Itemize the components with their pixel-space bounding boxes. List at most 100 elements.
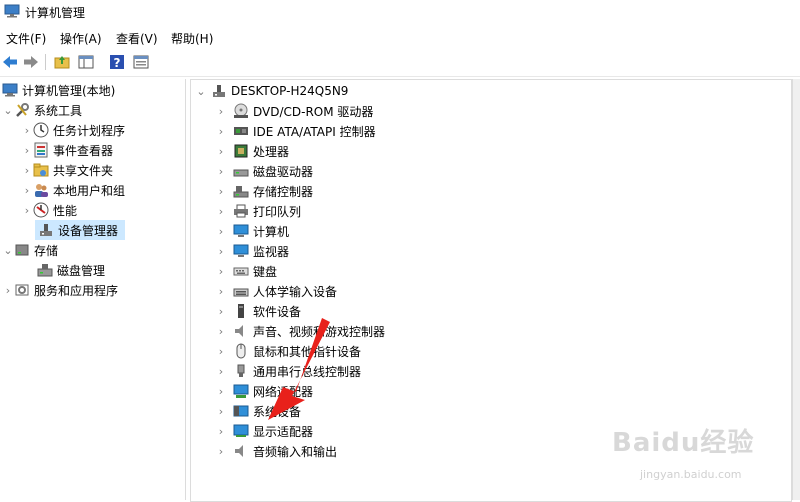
device-category-software-devices[interactable]: › 软件设备 [215, 301, 301, 321]
device-category-dvd[interactable]: › DVD/CD-ROM 驱动器 [215, 101, 373, 121]
chevron-right-icon[interactable]: › [215, 301, 227, 321]
tree-item-event-viewer[interactable]: › 事件查看器 [21, 140, 113, 160]
tree-item-label: 磁盘管理 [57, 263, 106, 278]
menu-help[interactable]: 帮助(H) [171, 30, 213, 47]
properties-icon[interactable] [132, 53, 150, 71]
chevron-right-icon[interactable]: › [21, 160, 33, 180]
menu-view[interactable]: 查看(V) [116, 30, 158, 47]
chevron-right-icon[interactable]: › [215, 441, 227, 461]
device-category-disk-drives[interactable]: › 磁盘驱动器 [215, 161, 313, 181]
actions-pane-edge [792, 79, 800, 500]
tree-item-task-scheduler[interactable]: › 任务计划程序 [21, 120, 125, 140]
menu-file[interactable]: 文件(F) [6, 30, 46, 47]
network-adapter-icon [233, 383, 249, 399]
computer-management-icon [4, 4, 20, 18]
chevron-right-icon[interactable]: › [215, 241, 227, 261]
display-adapter-icon [233, 423, 249, 439]
device-category-label: 计算机 [253, 224, 290, 239]
chevron-right-icon[interactable]: › [215, 181, 227, 201]
chevron-right-icon[interactable]: › [215, 201, 227, 221]
device-category-label: 人体学输入设备 [253, 284, 338, 299]
device-category-processor[interactable]: › 处理器 [215, 141, 289, 161]
chevron-right-icon[interactable]: › [215, 261, 227, 281]
device-category-display-adapters[interactable]: › 显示适配器 [215, 421, 313, 441]
chevron-right-icon[interactable]: › [215, 161, 227, 181]
menu-bar: 文件(F) 操作(A) 查看(V) 帮助(H) [0, 27, 800, 47]
device-category-label: 系统设备 [253, 404, 302, 419]
device-category-sound[interactable]: › 声音、视频和游戏控制器 [215, 321, 385, 341]
shared-folder-icon [33, 162, 49, 178]
tree-item-system-tools[interactable]: ⌄ 系统工具 [2, 100, 82, 120]
device-category-label: 通用串行总线控制器 [253, 364, 362, 379]
chevron-down-icon[interactable]: ⌄ [195, 81, 207, 101]
chevron-right-icon[interactable]: › [21, 180, 33, 200]
device-category-audio-io[interactable]: › 音频输入和输出 [215, 441, 337, 461]
device-category-usb[interactable]: › 通用串行总线控制器 [215, 361, 361, 381]
toolbar: ? [0, 50, 800, 77]
tree-item-label: 事件查看器 [53, 143, 114, 158]
device-category-label: 存储控制器 [253, 184, 314, 199]
device-category-label: 软件设备 [253, 304, 302, 319]
performance-icon [33, 202, 49, 218]
device-category-label: DVD/CD-ROM 驱动器 [253, 104, 374, 119]
device-category-label: 磁盘驱动器 [253, 164, 314, 179]
help-icon[interactable]: ? [108, 53, 126, 71]
tree-item-performance[interactable]: › 性能 [21, 200, 77, 220]
device-category-hid[interactable]: › 人体学输入设备 [215, 281, 337, 301]
chevron-down-icon[interactable]: ⌄ [2, 100, 14, 120]
chevron-right-icon[interactable]: › [215, 141, 227, 161]
chevron-right-icon[interactable]: › [215, 121, 227, 141]
tree-item-services[interactable]: › 服务和应用程序 [2, 280, 118, 300]
tree-item-device-manager[interactable]: 设备管理器 [35, 220, 125, 240]
chevron-right-icon[interactable]: › [215, 281, 227, 301]
toolbar-separator [45, 54, 46, 70]
chevron-down-icon[interactable]: ⌄ [2, 240, 14, 260]
tree-item-label: 共享文件夹 [53, 163, 114, 178]
monitor-icon [233, 223, 249, 239]
tree-item-disk-management[interactable]: 磁盘管理 [37, 260, 105, 280]
chevron-right-icon[interactable]: › [21, 140, 33, 160]
device-category-storage-controllers[interactable]: › 存储控制器 [215, 181, 313, 201]
speaker-icon [233, 443, 249, 459]
device-category-network[interactable]: › 网络适配器 [215, 381, 313, 401]
chevron-right-icon[interactable]: › [21, 200, 33, 220]
chevron-right-icon[interactable]: › [2, 280, 14, 300]
back-arrow-icon[interactable] [1, 53, 19, 71]
forward-arrow-icon[interactable] [22, 53, 40, 71]
chevron-right-icon[interactable]: › [21, 120, 33, 140]
device-category-label: 网络适配器 [253, 384, 314, 399]
computer-management-icon [2, 82, 18, 98]
keyboard-icon [233, 263, 249, 279]
tree-item-root[interactable]: 计算机管理(本地) [2, 80, 115, 100]
tree-item-storage[interactable]: ⌄ 存储 [2, 240, 58, 260]
chevron-right-icon[interactable]: › [215, 421, 227, 441]
tree-item-label: 系统工具 [34, 103, 83, 118]
tree-item-label: 性能 [53, 203, 78, 218]
tree-item-shared-folders[interactable]: › 共享文件夹 [21, 160, 113, 180]
menu-action[interactable]: 操作(A) [60, 30, 102, 47]
users-icon [33, 182, 49, 198]
chevron-right-icon[interactable]: › [215, 361, 227, 381]
device-category-mice[interactable]: › 鼠标和其他指针设备 [215, 341, 361, 361]
chevron-right-icon[interactable]: › [215, 221, 227, 241]
chevron-right-icon[interactable]: › [215, 101, 227, 121]
chevron-right-icon[interactable]: › [215, 321, 227, 341]
show-hide-tree-icon[interactable] [77, 53, 95, 71]
chevron-right-icon[interactable]: › [215, 341, 227, 361]
device-category-label: 处理器 [253, 144, 290, 159]
tree-item-local-users[interactable]: › 本地用户和组 [21, 180, 125, 200]
device-category-print-queues[interactable]: › 打印队列 [215, 201, 301, 221]
watermark-url: jingyan.baidu.com [640, 468, 742, 481]
device-category-monitors[interactable]: › 监视器 [215, 241, 289, 261]
chevron-right-icon[interactable]: › [215, 401, 227, 421]
device-category-system-devices[interactable]: › 系统设备 [215, 401, 301, 421]
mouse-icon [233, 343, 249, 359]
chevron-right-icon[interactable]: › [215, 381, 227, 401]
device-category-ide[interactable]: › IDE ATA/ATAPI 控制器 [215, 121, 376, 141]
device-tree-root-label: DESKTOP-H24Q5N9 [231, 84, 349, 98]
up-folder-icon[interactable] [53, 53, 71, 71]
device-tree-root[interactable]: ⌄ DESKTOP-H24Q5N9 [195, 81, 348, 101]
device-category-keyboards[interactable]: › 键盘 [215, 261, 277, 281]
tree-item-label: 存储 [34, 243, 59, 258]
device-category-computer[interactable]: › 计算机 [215, 221, 289, 241]
